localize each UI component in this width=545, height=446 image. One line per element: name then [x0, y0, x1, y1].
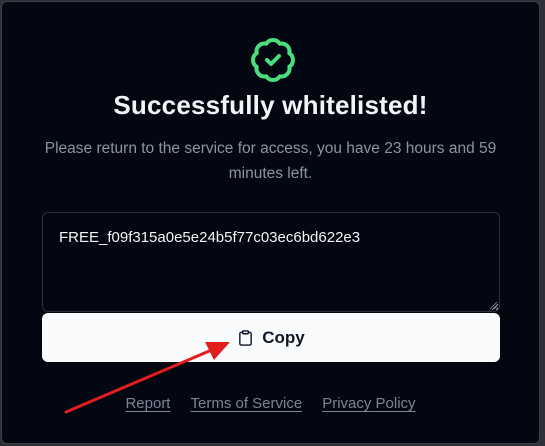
copy-button-label: Copy — [262, 327, 305, 347]
access-time-message: Please return to the service for access,… — [44, 140, 497, 182]
whitelist-dialog: Successfully whitelisted! Please return … — [1, 1, 540, 444]
copy-button[interactable]: Copy — [42, 313, 500, 362]
footer-links: Report Terms of Service Privacy Policy — [2, 395, 539, 412]
privacy-policy-link[interactable]: Privacy Policy — [322, 395, 415, 412]
whitelist-key-field[interactable]: FREE_f09f315a0e5e24b5f77c03ec6bd622e3 — [42, 212, 500, 312]
report-link[interactable]: Report — [125, 395, 170, 412]
resize-handle-icon[interactable] — [489, 301, 498, 310]
terms-of-service-link[interactable]: Terms of Service — [190, 395, 302, 412]
verified-badge-icon — [251, 38, 295, 82]
page-title: Successfully whitelisted! — [113, 90, 428, 120]
clipboard-icon — [239, 329, 253, 346]
